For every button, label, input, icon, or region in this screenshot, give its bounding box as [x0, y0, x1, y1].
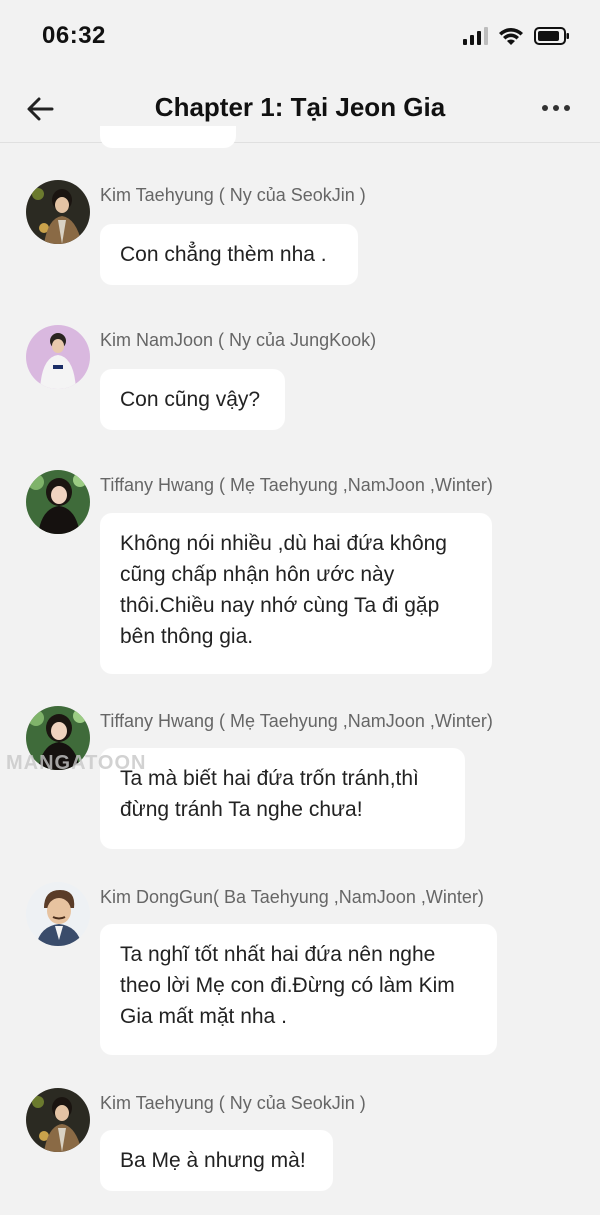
message-bubble: Ta mà biết hai đứa trốn tránh,thì đừng t… [100, 748, 465, 849]
message-bubble: Ba Mẹ à nhưng mà! [100, 1130, 333, 1191]
message-bubble: Không nói nhiều ,dù hai đứa không cũng c… [100, 513, 492, 674]
message-bubble: Con cũng vậy? [100, 369, 285, 430]
sender-name: Kim NamJoon ( Ny của JungKook) [100, 330, 377, 350]
nav-bar: Chapter 1: Tại Jeon Gia [0, 76, 600, 143]
more-options-button[interactable] [536, 98, 576, 118]
namjoon-avatar[interactable] [26, 325, 90, 389]
sender-name: Kim Taehyung ( Ny của SeokJin ) [100, 1093, 366, 1113]
page-title: Chapter 1: Tại Jeon Gia [154, 92, 446, 122]
donggun-avatar[interactable] [26, 882, 90, 946]
more-dots-icon [542, 105, 548, 111]
status-icons [463, 24, 570, 48]
battery-icon [534, 26, 570, 46]
tiffany-avatar[interactable] [26, 470, 90, 534]
watermark: MANGATOON [6, 752, 147, 774]
wifi-icon [498, 26, 524, 46]
sender-name: Tiffany Hwang ( Mẹ Taehyung ,NamJoon ,Wi… [100, 711, 493, 731]
cellular-signal-icon [463, 27, 488, 45]
taehyung-avatar[interactable] [26, 180, 90, 244]
sender-name: Tiffany Hwang ( Mẹ Taehyung ,NamJoon ,Wi… [100, 475, 493, 495]
status-bar: 06:32 [0, 0, 600, 76]
previous-message-bubble [100, 126, 236, 148]
sender-name: Kim DongGun( Ba Taehyung ,NamJoon ,Winte… [100, 887, 484, 907]
status-time: 06:32 [42, 22, 106, 49]
sender-name: Kim Taehyung ( Ny của SeokJin ) [100, 185, 366, 205]
message-bubble: Con chẳng thèm nha . [100, 224, 358, 285]
taehyung-avatar[interactable] [26, 1088, 90, 1152]
message-bubble: Ta nghĩ tốt nhất hai đứa nên nghe theo l… [100, 924, 497, 1055]
